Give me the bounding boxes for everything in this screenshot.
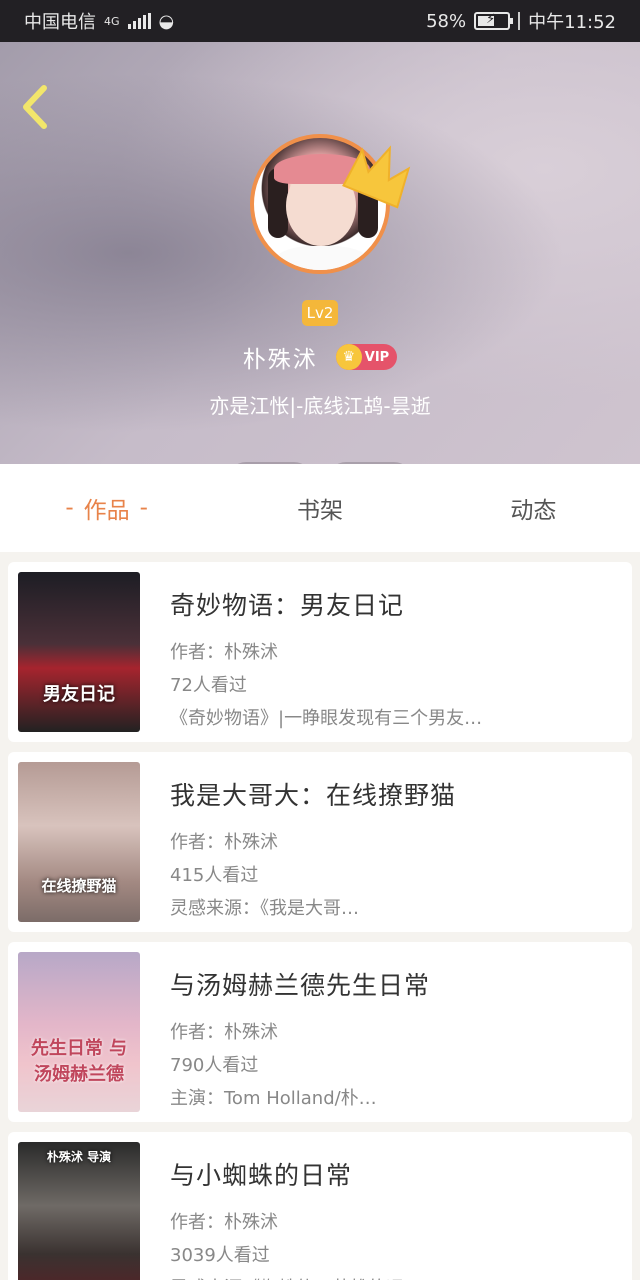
qq-icon: ◒ xyxy=(158,10,175,32)
profile-bio: 亦是江怅|-底线江鸪-昙逝 xyxy=(209,394,431,418)
tab-activity[interactable]: 动态 xyxy=(427,464,640,552)
list-item[interactable]: 先生日常 与汤姆赫兰德 与汤姆赫兰德先生日常 作者：朴殊沭 790人看过 主演：… xyxy=(8,942,632,1122)
status-bar: 中国电信 4G ◒ 58% ⚡ 中午11:52 xyxy=(0,0,640,42)
book-views: 3039人看过 xyxy=(170,1245,270,1266)
tab-bar: 作品 书架 动态 xyxy=(0,464,640,552)
signal-icon xyxy=(127,13,151,29)
book-views: 72人看过 xyxy=(170,675,247,696)
profile-header: Lv2 朴殊沭 ♛ VIP 亦是江怅|-底线江鸪-昙逝 13 关注 44 粉丝 xyxy=(0,42,640,500)
book-cover: 在线撩野猫 xyxy=(18,762,140,922)
book-author: 作者：朴殊沭 xyxy=(170,1022,278,1043)
username: 朴殊沭 xyxy=(242,347,318,373)
book-title: 与小蜘蛛的日常 xyxy=(170,1161,353,1190)
book-author: 作者：朴殊沭 xyxy=(170,642,278,663)
network-label: 4G xyxy=(104,14,120,28)
divider xyxy=(518,12,521,30)
vip-badge: ♛ VIP xyxy=(335,344,398,370)
book-cover: 朴殊沭 导演 xyxy=(18,1142,140,1280)
book-author: 作者：朴殊沭 xyxy=(170,832,278,853)
book-summary: 灵感来源：《我是大哥… xyxy=(170,898,359,919)
back-arrow-icon[interactable] xyxy=(14,82,58,132)
clock: 中午11:52 xyxy=(528,12,616,33)
works-list: 男友日记 奇妙物语：男友日记 作者：朴殊沭 72人看过 《奇妙物语》|一睁眼发现… xyxy=(8,562,632,1280)
book-cover: 男友日记 xyxy=(18,572,140,732)
book-summary: 《奇妙物语》|一睁眼发现有三个男友… xyxy=(170,708,483,729)
list-item[interactable]: 朴殊沭 导演 与小蜘蛛的日常 作者：朴殊沭 3039人看过 灵感来源《蜘蛛侠：英… xyxy=(8,1132,632,1280)
list-item[interactable]: 在线撩野猫 我是大哥大：在线撩野猫 作者：朴殊沭 415人看过 灵感来源：《我是… xyxy=(8,752,632,932)
vip-crown-icon: ♛ xyxy=(335,344,362,370)
book-views: 415人看过 xyxy=(170,865,259,886)
book-summary: 主演：Tom Holland/朴… xyxy=(170,1088,377,1109)
book-summary: 灵感来源《蜘蛛侠：英雄的远… xyxy=(170,1272,620,1280)
book-author: 作者：朴殊沭 xyxy=(170,1212,278,1233)
tab-works[interactable]: 作品 xyxy=(0,464,213,552)
carrier-label: 中国电信 xyxy=(24,12,96,33)
vip-label: VIP xyxy=(364,349,390,365)
book-title: 与汤姆赫兰德先生日常 xyxy=(170,971,431,1000)
battery-percent: 58% xyxy=(426,10,467,32)
level-badge: Lv2 xyxy=(302,300,338,326)
list-item[interactable]: 男友日记 奇妙物语：男友日记 作者：朴殊沭 72人看过 《奇妙物语》|一睁眼发现… xyxy=(8,562,632,742)
battery-icon: ⚡ xyxy=(474,12,514,30)
book-title: 我是大哥大：在线撩野猫 xyxy=(170,781,457,810)
tab-bookshelf[interactable]: 书架 xyxy=(213,464,426,552)
book-views: 790人看过 xyxy=(170,1055,259,1076)
book-cover: 先生日常 与汤姆赫兰德 xyxy=(18,952,140,1112)
book-title: 奇妙物语：男友日记 xyxy=(170,591,405,620)
